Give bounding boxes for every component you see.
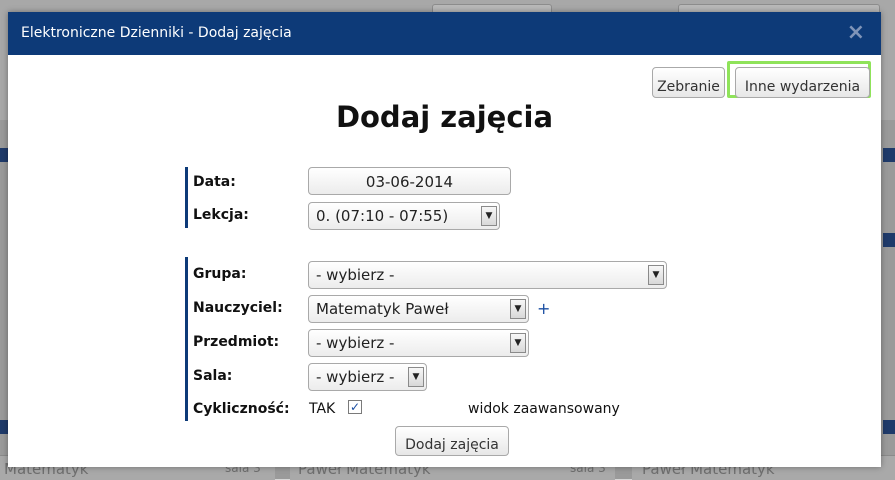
subject-select[interactable]: - wybierz - ▼ xyxy=(308,329,529,357)
chevron-down-icon[interactable]: ▼ xyxy=(648,265,664,285)
subject-label: Przedmiot: xyxy=(193,334,280,350)
page-title: Dodaj zajęcia xyxy=(335,100,554,134)
label-bar xyxy=(185,257,188,421)
dialog-title: Elektroniczne Dzienniki - Dodaj zajęcia xyxy=(21,25,292,41)
check-icon: ✓ xyxy=(349,400,361,414)
cyclic-label: Cykliczność: xyxy=(193,401,290,417)
date-field[interactable]: 03-06-2014 xyxy=(308,167,511,195)
dialog-header: Elektroniczne Dzienniki - Dodaj zajęcia … xyxy=(8,12,881,55)
background-row-marker xyxy=(883,420,895,434)
meeting-button[interactable]: Zebranie xyxy=(652,67,725,98)
group-select[interactable]: - wybierz - ▼ xyxy=(308,261,667,289)
background-row-marker xyxy=(883,148,895,162)
room-label: Sala: xyxy=(193,368,233,384)
group-label: Grupa: xyxy=(193,266,247,282)
group-select-value: - wybierz - xyxy=(316,266,395,284)
lesson-select-value: 0. (07:10 - 07:55) xyxy=(316,207,449,225)
room-select[interactable]: - wybierz - ▼ xyxy=(308,363,427,391)
chevron-down-icon[interactable]: ▼ xyxy=(510,333,526,353)
close-icon[interactable]: × xyxy=(847,20,865,45)
add-lesson-dialog: Elektroniczne Dzienniki - Dodaj zajęcia … xyxy=(8,12,881,467)
other-events-button[interactable]: Inne wydarzenia xyxy=(735,67,870,98)
chevron-down-icon[interactable]: ▼ xyxy=(510,299,526,319)
subject-select-value: - wybierz - xyxy=(316,334,395,352)
lesson-select[interactable]: 0. (07:10 - 07:55) ▼ xyxy=(308,202,500,230)
add-teacher-button[interactable]: + xyxy=(537,299,550,318)
label-bar xyxy=(185,167,188,228)
teacher-label: Nauczyciel: xyxy=(193,300,283,316)
cyclic-checkbox[interactable]: ✓ xyxy=(348,400,362,414)
chevron-down-icon[interactable]: ▼ xyxy=(481,206,497,226)
chevron-down-icon[interactable]: ▼ xyxy=(408,367,424,387)
date-label: Data: xyxy=(193,174,236,190)
background-row-marker xyxy=(883,233,895,247)
lesson-label: Lekcja: xyxy=(193,207,249,223)
teacher-select[interactable]: Matematyk Paweł ▼ xyxy=(308,295,529,323)
advanced-view-link[interactable]: widok zaawansowany xyxy=(468,401,620,417)
cyclic-value-text: TAK xyxy=(309,401,336,417)
room-select-value: - wybierz - xyxy=(316,368,395,386)
add-lesson-submit-button[interactable]: Dodaj zajęcia xyxy=(395,426,509,456)
teacher-select-value: Matematyk Paweł xyxy=(316,300,449,318)
